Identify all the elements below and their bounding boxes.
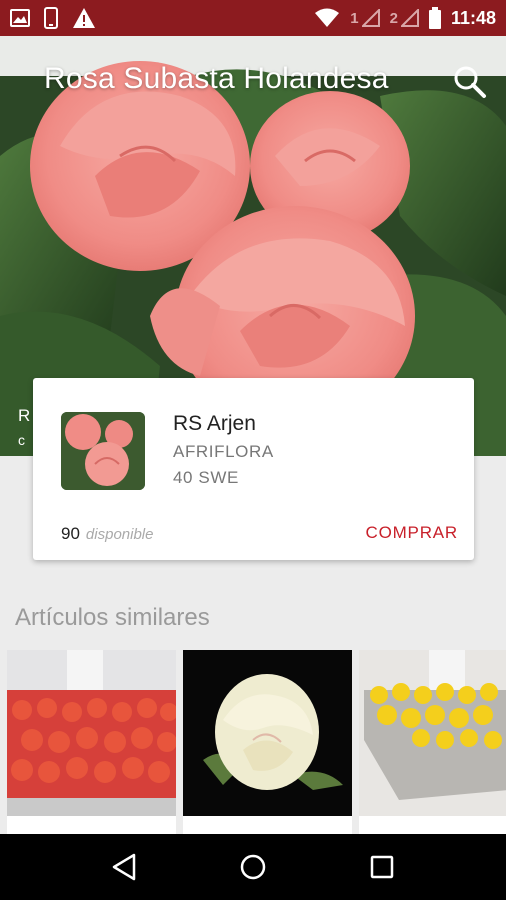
- product-grower: AFRIFLORA: [173, 442, 274, 461]
- status-bar: 1 2 11:48: [0, 0, 506, 36]
- similar-item[interactable]: [359, 650, 506, 834]
- similar-item[interactable]: [7, 650, 176, 834]
- recents-button[interactable]: [360, 845, 404, 889]
- similar-items-row[interactable]: [7, 650, 506, 834]
- search-button[interactable]: [450, 62, 490, 102]
- similar-item[interactable]: [183, 650, 352, 834]
- battery-icon: [428, 7, 441, 29]
- product-spec: 40 SWE: [173, 468, 239, 487]
- page-title: Rosa Subasta Holandesa: [44, 62, 389, 95]
- product-thumbnail: [61, 412, 145, 490]
- back-button[interactable]: [102, 845, 146, 889]
- status-left: [10, 7, 96, 29]
- available-label: disponible: [85, 526, 154, 543]
- sim1-signal: 1: [350, 9, 380, 27]
- phone-icon: [44, 7, 58, 29]
- warning-icon: [72, 7, 96, 29]
- sim1-label: 1: [350, 9, 359, 27]
- navigation-bar: [0, 834, 506, 900]
- hero-overlay-text: R: [18, 406, 31, 425]
- wifi-icon: [314, 8, 340, 28]
- search-icon: [454, 66, 486, 98]
- signal-icon: [400, 9, 419, 27]
- home-button[interactable]: [231, 845, 275, 889]
- hero-overlay-subtext: c: [18, 432, 25, 448]
- clock: 11:48: [450, 7, 496, 28]
- product-card: RS Arjen AFRIFLORA 40 SWE 90 disponible C…: [33, 378, 474, 560]
- back-icon: [113, 853, 136, 881]
- availability: 90 disponible: [61, 524, 153, 544]
- image-notification-icon: [10, 9, 30, 27]
- sim2-label: 2: [389, 9, 398, 27]
- similar-section-title: Artículos similares: [15, 604, 210, 631]
- recents-icon: [370, 855, 393, 879]
- available-count: 90: [61, 524, 80, 543]
- status-right: 1 2 11:48: [314, 7, 496, 29]
- buy-button[interactable]: COMPRAR: [366, 523, 459, 543]
- product-name: RS Arjen: [173, 412, 256, 435]
- home-icon: [240, 854, 266, 880]
- signal-icon: [361, 9, 380, 27]
- sim2-signal: 2: [390, 9, 419, 27]
